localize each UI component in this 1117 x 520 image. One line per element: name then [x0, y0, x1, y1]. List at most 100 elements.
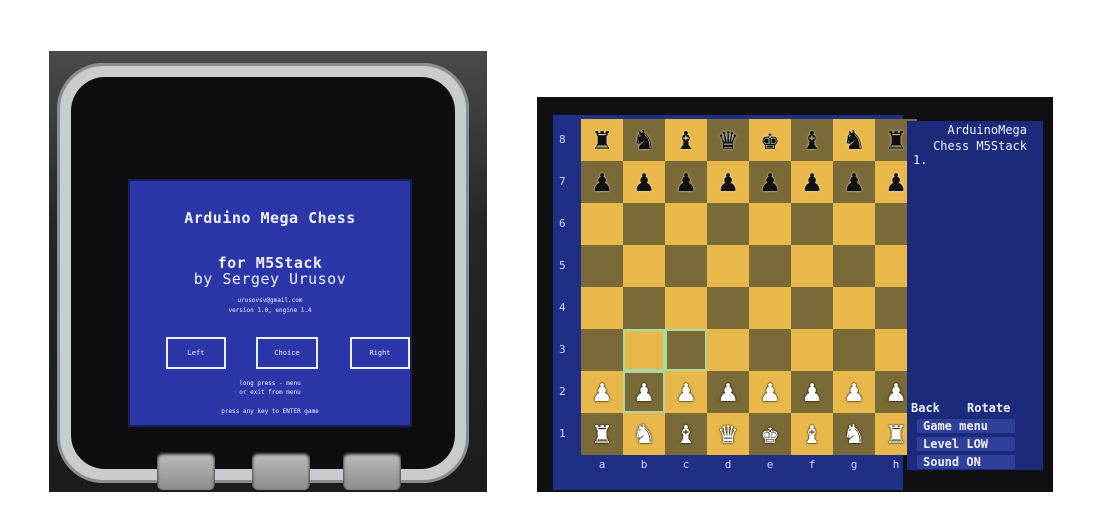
square-f4[interactable]	[791, 287, 833, 329]
white-knight-icon[interactable]: ♞	[635, 419, 653, 449]
black-queen-icon[interactable]: ♛	[719, 125, 737, 155]
black-pawn-icon[interactable]: ♟	[677, 167, 695, 197]
hardware-button-b[interactable]	[252, 452, 310, 490]
square-f6[interactable]	[791, 203, 833, 245]
square-c8[interactable]: ♝	[665, 119, 707, 161]
white-pawn-icon[interactable]: ♟	[635, 377, 653, 407]
black-king-icon[interactable]: ♚	[761, 125, 779, 155]
right-softkey[interactable]: Right	[350, 337, 410, 369]
square-d8[interactable]: ♛	[707, 119, 749, 161]
black-bishop-icon[interactable]: ♝	[803, 125, 821, 155]
square-a2[interactable]: ♟	[581, 371, 623, 413]
square-e3[interactable]	[749, 329, 791, 371]
square-e4[interactable]	[749, 287, 791, 329]
black-knight-icon[interactable]: ♞	[845, 125, 863, 155]
square-a5[interactable]	[581, 245, 623, 287]
square-e7[interactable]: ♟	[749, 161, 791, 203]
white-knight-icon[interactable]: ♞	[845, 419, 863, 449]
square-f5[interactable]	[791, 245, 833, 287]
square-c4[interactable]	[665, 287, 707, 329]
square-c7[interactable]: ♟	[665, 161, 707, 203]
square-c2[interactable]: ♟	[665, 371, 707, 413]
square-b5[interactable]	[623, 245, 665, 287]
white-pawn-icon[interactable]: ♟	[761, 377, 779, 407]
white-pawn-icon[interactable]: ♟	[803, 377, 821, 407]
square-a1[interactable]: ♜	[581, 413, 623, 455]
square-d5[interactable]	[707, 245, 749, 287]
white-rook-icon[interactable]: ♜	[593, 419, 611, 449]
white-bishop-icon[interactable]: ♝	[803, 419, 821, 449]
square-a7[interactable]: ♟	[581, 161, 623, 203]
square-e2[interactable]: ♟	[749, 371, 791, 413]
square-f3[interactable]	[791, 329, 833, 371]
square-g5[interactable]	[833, 245, 875, 287]
black-pawn-icon[interactable]: ♟	[719, 167, 737, 197]
white-pawn-icon[interactable]: ♟	[887, 377, 905, 407]
hardware-button-a[interactable]	[157, 452, 215, 490]
square-f1[interactable]: ♝	[791, 413, 833, 455]
square-b1[interactable]: ♞	[623, 413, 665, 455]
white-queen-icon[interactable]: ♛	[719, 419, 737, 449]
black-rook-icon[interactable]: ♜	[887, 125, 905, 155]
white-bishop-icon[interactable]: ♝	[677, 419, 695, 449]
square-f2[interactable]: ♟	[791, 371, 833, 413]
square-g1[interactable]: ♞	[833, 413, 875, 455]
square-d2[interactable]: ♟	[707, 371, 749, 413]
square-d1[interactable]: ♛	[707, 413, 749, 455]
square-d3[interactable]	[707, 329, 749, 371]
black-pawn-icon[interactable]: ♟	[761, 167, 779, 197]
left-softkey[interactable]: Left	[166, 337, 226, 369]
white-pawn-icon[interactable]: ♟	[677, 377, 695, 407]
square-d6[interactable]	[707, 203, 749, 245]
black-pawn-icon[interactable]: ♟	[803, 167, 821, 197]
square-b7[interactable]: ♟	[623, 161, 665, 203]
square-c6[interactable]	[665, 203, 707, 245]
square-e8[interactable]: ♚	[749, 119, 791, 161]
black-pawn-icon[interactable]: ♟	[593, 167, 611, 197]
square-e6[interactable]	[749, 203, 791, 245]
white-pawn-icon[interactable]: ♟	[593, 377, 611, 407]
square-c5[interactable]	[665, 245, 707, 287]
square-b8[interactable]: ♞	[623, 119, 665, 161]
square-g3[interactable]	[833, 329, 875, 371]
square-g7[interactable]: ♟	[833, 161, 875, 203]
menu-item-level[interactable]: Level LOW	[917, 437, 1015, 451]
square-c3[interactable]	[665, 329, 707, 371]
black-bishop-icon[interactable]: ♝	[677, 125, 695, 155]
black-pawn-icon[interactable]: ♟	[845, 167, 863, 197]
square-d4[interactable]	[707, 287, 749, 329]
hardware-button-c[interactable]	[343, 452, 401, 490]
black-pawn-icon[interactable]: ♟	[635, 167, 653, 197]
square-f7[interactable]: ♟	[791, 161, 833, 203]
square-a3[interactable]	[581, 329, 623, 371]
square-g2[interactable]: ♟	[833, 371, 875, 413]
square-e1[interactable]: ♚	[749, 413, 791, 455]
square-g6[interactable]	[833, 203, 875, 245]
square-a4[interactable]	[581, 287, 623, 329]
square-b3[interactable]	[623, 329, 665, 371]
square-c1[interactable]: ♝	[665, 413, 707, 455]
square-a8[interactable]: ♜	[581, 119, 623, 161]
choice-softkey[interactable]: Choice	[256, 337, 318, 369]
black-rook-icon[interactable]: ♜	[593, 125, 611, 155]
menu-item-game-menu[interactable]: Game menu	[917, 419, 1015, 433]
chess-board[interactable]: ♜ ♞ ♝ ♛ ♚ ♝ ♞ ♜ ♟ ♟ ♟ ♟ ♟ ♟ ♟ ♟ ♟ ♟ ♟ ♟ ♟ ♟ ♟ ♟ ♜ ♞ ♝ ♛ ♚ ♝ ♞ ♜	[581, 119, 917, 455]
square-d7[interactable]: ♟	[707, 161, 749, 203]
square-a6[interactable]	[581, 203, 623, 245]
rotate-button[interactable]: Rotate	[967, 401, 1010, 415]
black-knight-icon[interactable]: ♞	[635, 125, 653, 155]
square-f8[interactable]: ♝	[791, 119, 833, 161]
back-button[interactable]: Back	[911, 401, 940, 415]
square-b6[interactable]	[623, 203, 665, 245]
white-pawn-icon[interactable]: ♟	[719, 377, 737, 407]
square-b4[interactable]	[623, 287, 665, 329]
square-b2[interactable]: ♟	[623, 371, 665, 413]
white-pawn-icon[interactable]: ♟	[845, 377, 863, 407]
square-e5[interactable]	[749, 245, 791, 287]
menu-item-sound[interactable]: Sound ON	[917, 455, 1015, 469]
white-king-icon[interactable]: ♚	[761, 419, 779, 449]
white-rook-icon[interactable]: ♜	[887, 419, 905, 449]
square-g8[interactable]: ♞	[833, 119, 875, 161]
black-pawn-icon[interactable]: ♟	[887, 167, 905, 197]
square-g4[interactable]	[833, 287, 875, 329]
